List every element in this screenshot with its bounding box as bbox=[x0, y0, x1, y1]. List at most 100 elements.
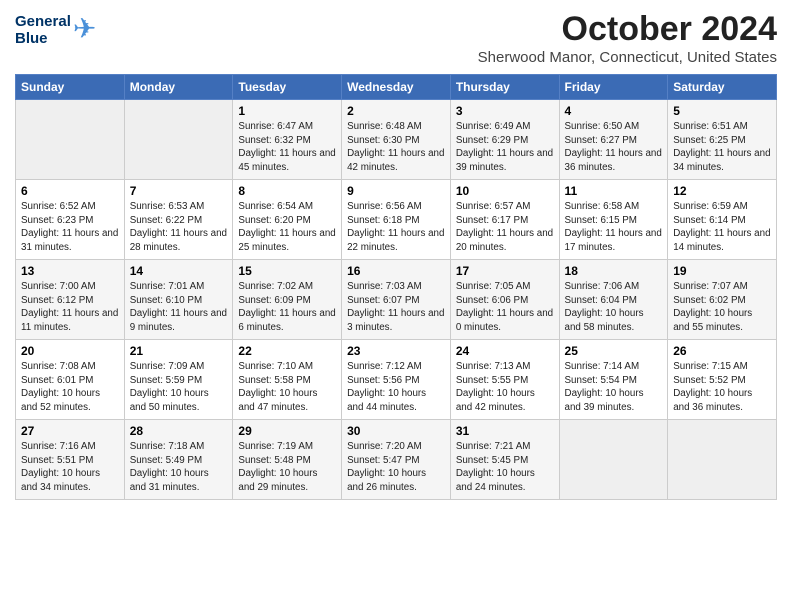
day-number: 13 bbox=[21, 264, 119, 278]
calendar-empty-cell bbox=[16, 100, 125, 180]
calendar-day-24: 24Sunrise: 7:13 AM Sunset: 5:55 PM Dayli… bbox=[450, 340, 559, 420]
calendar-empty-cell bbox=[559, 420, 668, 500]
day-number: 16 bbox=[347, 264, 445, 278]
day-detail: Sunrise: 7:19 AM Sunset: 5:48 PM Dayligh… bbox=[238, 440, 336, 495]
calendar-day-16: 16 Sunrise: 7:03 AM Sunset: 6:07 PM Dayli… bbox=[342, 260, 451, 340]
day-number: 8 bbox=[238, 184, 336, 198]
calendar-day-23: 23 Sunrise: 7:12 AM Sunset: 5:56 PM Dayli… bbox=[342, 340, 451, 420]
day-detail: Sunrise: 7:08 AM Sunset: 6:01 PM Dayligh… bbox=[21, 360, 119, 415]
day-number: 12 bbox=[673, 184, 771, 198]
calendar-day-18: 18 Sunrise: 7:06 AM Sunset: 6:04 PM Dayli… bbox=[559, 260, 668, 340]
day-header-tuesday: Tuesday bbox=[233, 75, 342, 100]
day-detail: Sunrise: 6:56 AM Sunset: 6:18 PM Dayligh… bbox=[347, 200, 445, 255]
calendar-day-26: 26Sunrise: 7:15 AM Sunset: 5:52 PM Dayli… bbox=[668, 340, 777, 420]
calendar-day-10: 10 Sunrise: 6:57 AM Sunset: 6:17 PM Dayli… bbox=[450, 180, 559, 260]
day-detail: Sunrise: 6:59 AM Sunset: 6:14 PM Dayligh… bbox=[673, 200, 771, 255]
calendar-week-row: 27Sunrise: 7:16 AM Sunset: 5:51 PM Dayli… bbox=[16, 420, 777, 500]
calendar-day-4: 4 Sunrise: 6:50 AM Sunset: 6:27 PM Daylig… bbox=[559, 100, 668, 180]
day-detail: Sunrise: 7:12 AM Sunset: 5:56 PM Dayligh… bbox=[347, 360, 445, 415]
day-number: 15 bbox=[238, 264, 336, 278]
day-number: 19 bbox=[673, 264, 771, 278]
logo: General Blue ✈ bbox=[15, 14, 96, 47]
day-number: 29 bbox=[238, 424, 336, 438]
day-detail: Sunrise: 6:50 AM Sunset: 6:27 PM Dayligh… bbox=[565, 120, 663, 175]
day-number: 11 bbox=[565, 184, 663, 198]
calendar-day-30: 30 Sunrise: 7:20 AM Sunset: 5:47 PM Dayli… bbox=[342, 420, 451, 500]
day-detail: Sunrise: 7:06 AM Sunset: 6:04 PM Dayligh… bbox=[565, 280, 663, 335]
calendar-day-5: 5 Sunrise: 6:51 AM Sunset: 6:25 PM Daylig… bbox=[668, 100, 777, 180]
calendar-day-6: 6 Sunrise: 6:52 AM Sunset: 6:23 PM Daylig… bbox=[16, 180, 125, 260]
day-number: 23 bbox=[347, 344, 445, 358]
title-block: October 2024 Sherwood Manor, Connecticut… bbox=[478, 10, 777, 66]
calendar-day-8: 8 Sunrise: 6:54 AM Sunset: 6:20 PM Daylig… bbox=[233, 180, 342, 260]
calendar-day-9: 9 Sunrise: 6:56 AM Sunset: 6:18 PM Daylig… bbox=[342, 180, 451, 260]
day-detail: Sunrise: 7:10 AM Sunset: 5:58 PM Dayligh… bbox=[238, 360, 336, 415]
day-number: 31 bbox=[456, 424, 554, 438]
calendar-day-19: 19 Sunrise: 7:07 AM Sunset: 6:02 PM Dayli… bbox=[668, 260, 777, 340]
day-header-sunday: Sunday bbox=[16, 75, 125, 100]
month-title: October 2024 bbox=[478, 10, 777, 49]
day-number: 21 bbox=[130, 344, 228, 358]
day-detail: Sunrise: 7:14 AM Sunset: 5:54 PM Dayligh… bbox=[565, 360, 663, 415]
day-number: 14 bbox=[130, 264, 228, 278]
calendar-day-14: 14 Sunrise: 7:01 AM Sunset: 6:10 PM Dayli… bbox=[124, 260, 233, 340]
day-number: 9 bbox=[347, 184, 445, 198]
calendar-day-12: 12 Sunrise: 6:59 AM Sunset: 6:14 PM Dayli… bbox=[668, 180, 777, 260]
day-number: 18 bbox=[565, 264, 663, 278]
day-detail: Sunrise: 7:18 AM Sunset: 5:49 PM Dayligh… bbox=[130, 440, 228, 495]
day-detail: Sunrise: 6:49 AM Sunset: 6:29 PM Dayligh… bbox=[456, 120, 554, 175]
day-header-wednesday: Wednesday bbox=[342, 75, 451, 100]
day-detail: Sunrise: 7:07 AM Sunset: 6:02 PM Dayligh… bbox=[673, 280, 771, 335]
calendar-day-21: 21 Sunrise: 7:09 AM Sunset: 5:59 PM Dayli… bbox=[124, 340, 233, 420]
calendar-day-31: 31Sunrise: 7:21 AM Sunset: 5:45 PM Dayli… bbox=[450, 420, 559, 500]
calendar-empty-cell bbox=[668, 420, 777, 500]
day-number: 17 bbox=[456, 264, 554, 278]
day-detail: Sunrise: 7:15 AM Sunset: 5:52 PM Dayligh… bbox=[673, 360, 771, 415]
day-detail: Sunrise: 6:48 AM Sunset: 6:30 PM Dayligh… bbox=[347, 120, 445, 175]
day-header-saturday: Saturday bbox=[668, 75, 777, 100]
day-number: 4 bbox=[565, 104, 663, 118]
calendar-day-13: 13 Sunrise: 7:00 AM Sunset: 6:12 PM Dayli… bbox=[16, 260, 125, 340]
calendar-day-3: 3Sunrise: 6:49 AM Sunset: 6:29 PM Daylig… bbox=[450, 100, 559, 180]
day-detail: Sunrise: 6:57 AM Sunset: 6:17 PM Dayligh… bbox=[456, 200, 554, 255]
calendar-empty-cell bbox=[124, 100, 233, 180]
logo-line1: General bbox=[15, 14, 71, 31]
day-detail: Sunrise: 7:00 AM Sunset: 6:12 PM Dayligh… bbox=[21, 280, 119, 335]
day-header-thursday: Thursday bbox=[450, 75, 559, 100]
day-number: 1 bbox=[238, 104, 336, 118]
day-number: 25 bbox=[565, 344, 663, 358]
calendar-day-1: 1Sunrise: 6:47 AM Sunset: 6:32 PM Daylig… bbox=[233, 100, 342, 180]
day-number: 10 bbox=[456, 184, 554, 198]
page-header: General Blue ✈ October 2024 Sherwood Man… bbox=[15, 10, 777, 66]
calendar-header-row: SundayMondayTuesdayWednesdayThursdayFrid… bbox=[16, 75, 777, 100]
day-header-monday: Monday bbox=[124, 75, 233, 100]
day-detail: Sunrise: 6:58 AM Sunset: 6:15 PM Dayligh… bbox=[565, 200, 663, 255]
calendar-day-25: 25 Sunrise: 7:14 AM Sunset: 5:54 PM Dayli… bbox=[559, 340, 668, 420]
calendar-day-17: 17Sunrise: 7:05 AM Sunset: 6:06 PM Dayli… bbox=[450, 260, 559, 340]
day-detail: Sunrise: 7:01 AM Sunset: 6:10 PM Dayligh… bbox=[130, 280, 228, 335]
day-number: 30 bbox=[347, 424, 445, 438]
calendar-day-11: 11 Sunrise: 6:58 AM Sunset: 6:15 PM Dayli… bbox=[559, 180, 668, 260]
day-detail: Sunrise: 7:02 AM Sunset: 6:09 PM Dayligh… bbox=[238, 280, 336, 335]
day-number: 27 bbox=[21, 424, 119, 438]
day-detail: Sunrise: 7:03 AM Sunset: 6:07 PM Dayligh… bbox=[347, 280, 445, 335]
day-number: 6 bbox=[21, 184, 119, 198]
day-number: 24 bbox=[456, 344, 554, 358]
calendar-week-row: 13 Sunrise: 7:00 AM Sunset: 6:12 PM Dayli… bbox=[16, 260, 777, 340]
day-detail: Sunrise: 6:54 AM Sunset: 6:20 PM Dayligh… bbox=[238, 200, 336, 255]
day-detail: Sunrise: 6:51 AM Sunset: 6:25 PM Dayligh… bbox=[673, 120, 771, 175]
calendar-day-22: 22Sunrise: 7:10 AM Sunset: 5:58 PM Dayli… bbox=[233, 340, 342, 420]
calendar-day-27: 27Sunrise: 7:16 AM Sunset: 5:51 PM Dayli… bbox=[16, 420, 125, 500]
day-detail: Sunrise: 7:20 AM Sunset: 5:47 PM Dayligh… bbox=[347, 440, 445, 495]
calendar-table: SundayMondayTuesdayWednesdayThursdayFrid… bbox=[15, 74, 777, 500]
calendar-week-row: 1Sunrise: 6:47 AM Sunset: 6:32 PM Daylig… bbox=[16, 100, 777, 180]
day-detail: Sunrise: 6:53 AM Sunset: 6:22 PM Dayligh… bbox=[130, 200, 228, 255]
day-number: 20 bbox=[21, 344, 119, 358]
day-number: 5 bbox=[673, 104, 771, 118]
calendar-day-7: 7Sunrise: 6:53 AM Sunset: 6:22 PM Daylig… bbox=[124, 180, 233, 260]
calendar-week-row: 20 Sunrise: 7:08 AM Sunset: 6:01 PM Dayli… bbox=[16, 340, 777, 420]
day-detail: Sunrise: 7:09 AM Sunset: 5:59 PM Dayligh… bbox=[130, 360, 228, 415]
location: Sherwood Manor, Connecticut, United Stat… bbox=[478, 49, 777, 66]
calendar-day-29: 29 Sunrise: 7:19 AM Sunset: 5:48 PM Dayli… bbox=[233, 420, 342, 500]
day-detail: Sunrise: 6:52 AM Sunset: 6:23 PM Dayligh… bbox=[21, 200, 119, 255]
